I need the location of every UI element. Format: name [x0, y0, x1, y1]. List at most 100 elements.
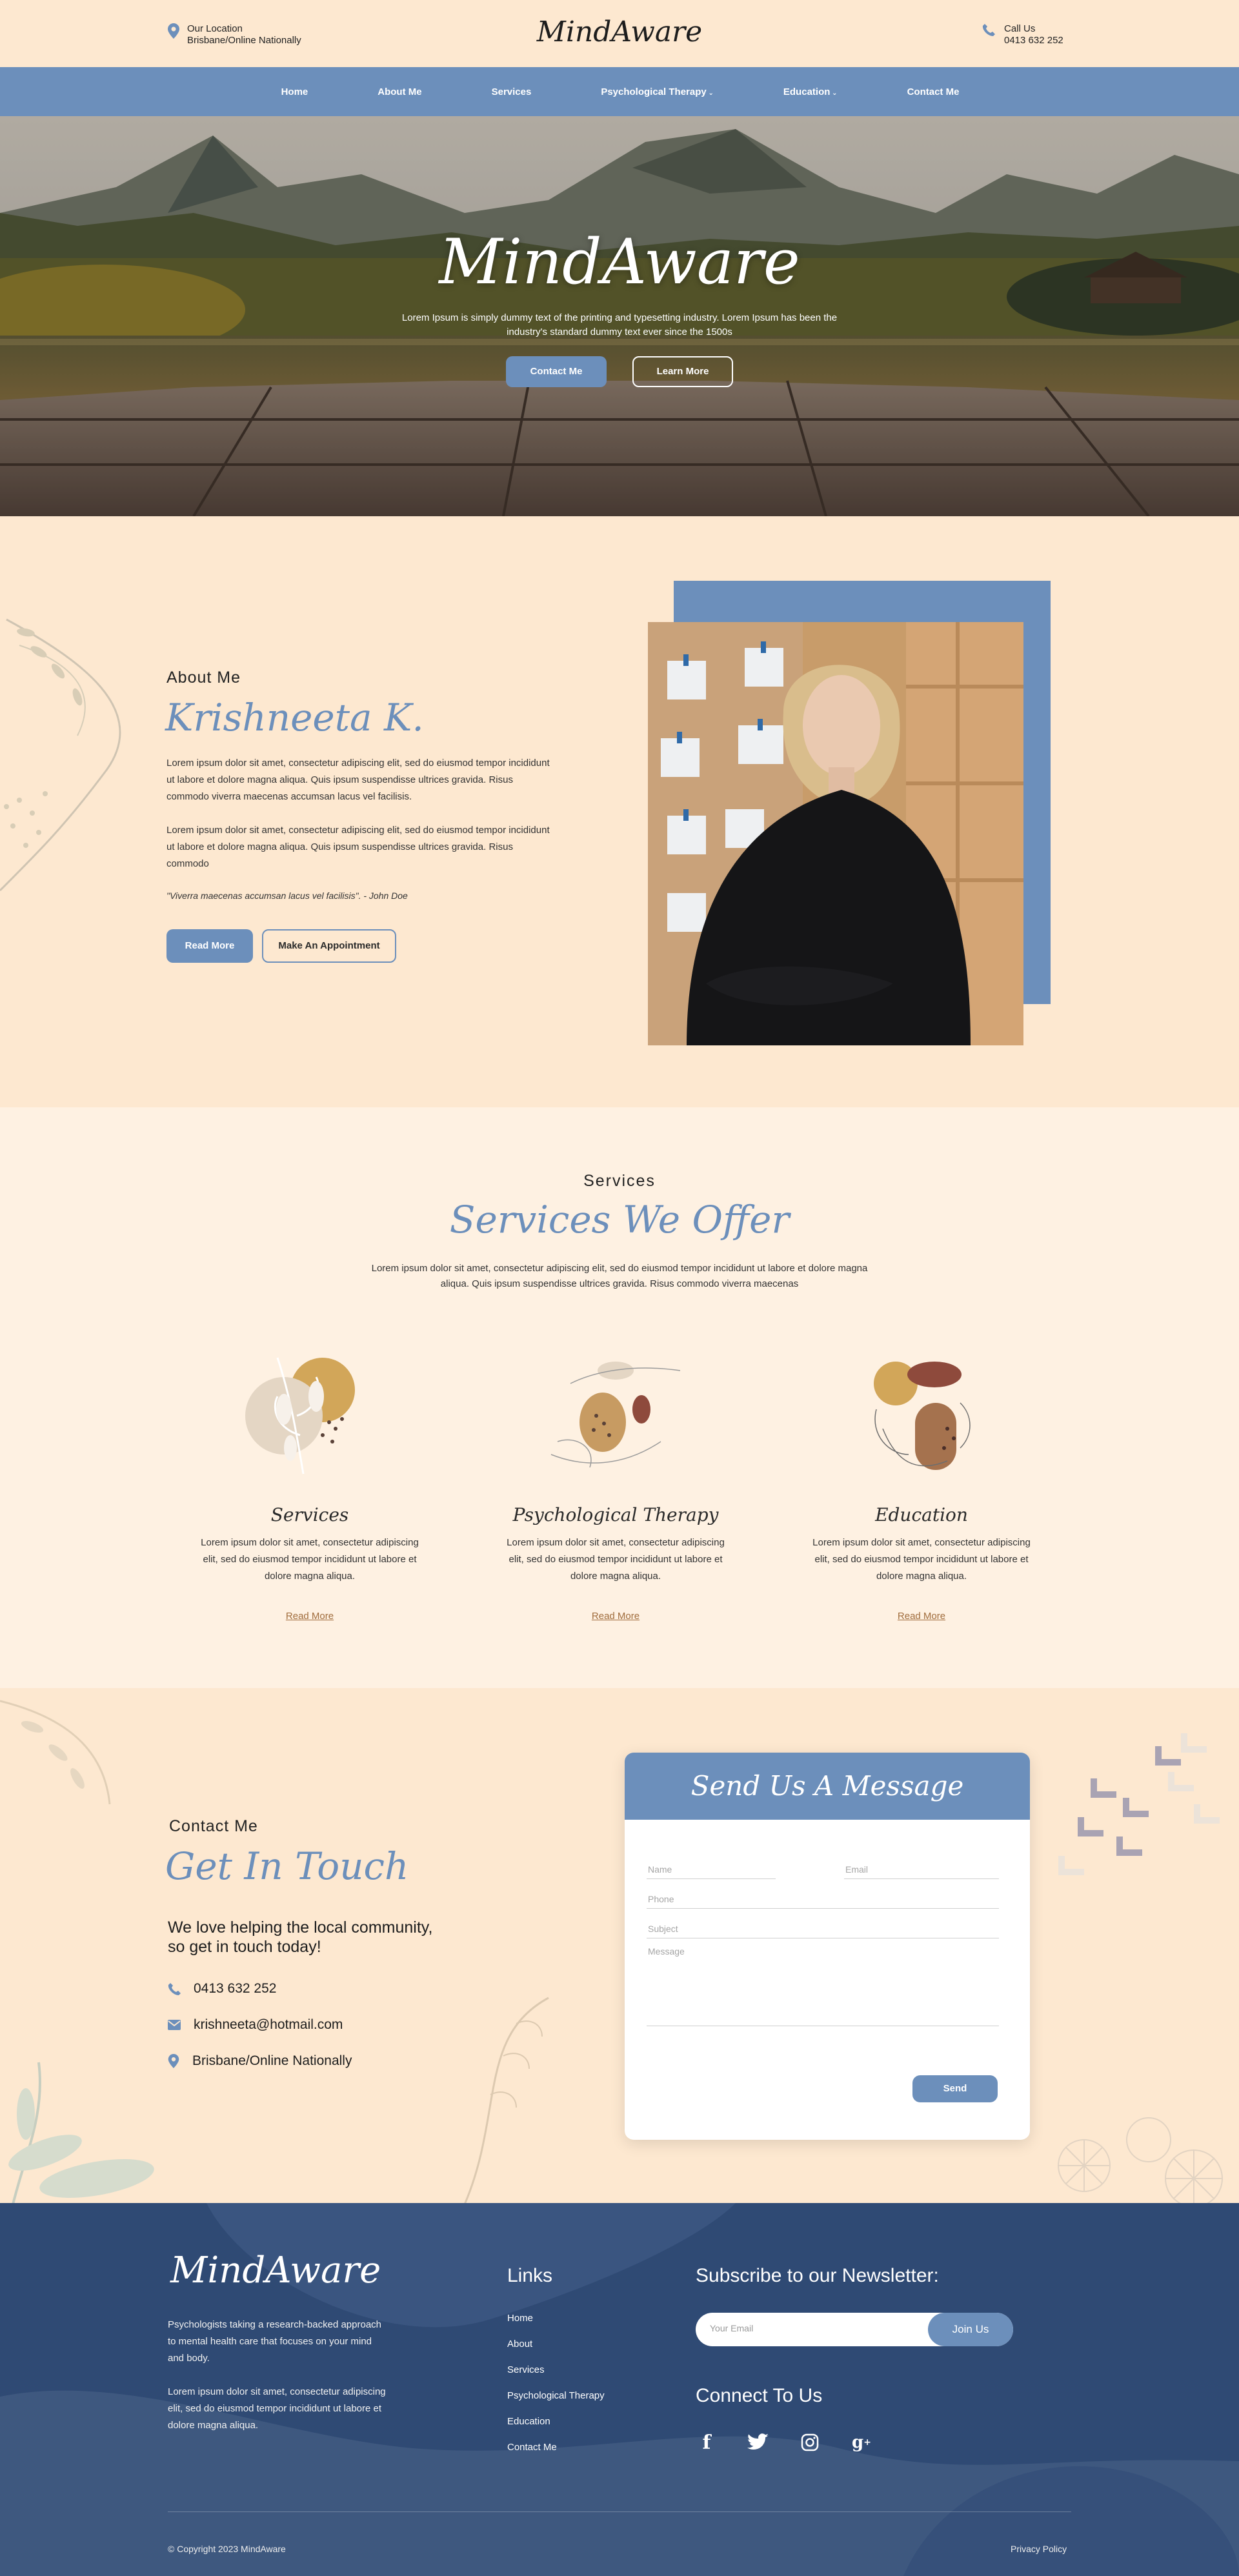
- about-quote: "Viverra maecenas accumsan lacus vel fac…: [166, 891, 408, 901]
- email-placeholder: Email: [845, 1864, 869, 1875]
- services-intro: Lorem ipsum dolor sit amet, consectetur …: [371, 1263, 868, 1289]
- join-us-button[interactable]: Join Us: [928, 2313, 1013, 2346]
- about-paragraph-1: Lorem ipsum dolor sit amet, consectetur …: [166, 758, 550, 802]
- message-field[interactable]: Message: [647, 1942, 999, 2026]
- hero-learn-more-button[interactable]: Learn More: [632, 356, 733, 387]
- newsletter-form: Your Email Join Us: [696, 2313, 1013, 2346]
- nav-item-services[interactable]: Services: [467, 86, 577, 97]
- nav-item-therapy[interactable]: Psychological Therapy ⌄: [576, 86, 759, 97]
- call-info[interactable]: Call Us 0413 632 252: [982, 23, 1063, 46]
- services-heading: Services We Offer: [449, 1198, 790, 1242]
- service-card-text: Lorem ipsum dolor sit amet, consectetur …: [201, 1537, 419, 1582]
- call-value: 0413 632 252: [1004, 35, 1063, 46]
- hero-title: MindAware: [439, 226, 800, 298]
- nav-item-home[interactable]: Home: [256, 86, 354, 97]
- leaf-decoration: [464, 1997, 549, 2203]
- facebook-icon[interactable]: f: [696, 2431, 718, 2454]
- footer-link-therapy[interactable]: Psychological Therapy: [507, 2390, 605, 2416]
- nav-item-education-label: Education: [783, 86, 831, 97]
- footer-links: Home About Services Psychological Therap…: [507, 2313, 605, 2468]
- connect-heading: Connect To Us: [696, 2385, 823, 2406]
- form-title: Send Us A Message: [625, 1753, 1030, 1820]
- footer: MindAware Psychologists taking a researc…: [0, 2203, 1239, 2576]
- newsletter-email-input[interactable]: Your Email: [710, 2323, 753, 2333]
- services-eyebrow: Services: [583, 1172, 656, 1190]
- nav-item-about[interactable]: About Me: [353, 86, 467, 97]
- hands-illustration-icon: [550, 1362, 681, 1468]
- subject-placeholder: Subject: [648, 1924, 678, 1934]
- botanical-illustration-icon: [245, 1357, 355, 1474]
- copyright: © Copyright 2023 MindAware: [168, 2544, 286, 2554]
- contact-phone[interactable]: 0413 632 252: [168, 1981, 276, 1997]
- links-heading: Links: [507, 2265, 553, 2286]
- message-placeholder: Message: [648, 1946, 685, 1957]
- google-plus-icon[interactable]: g +: [851, 2431, 872, 2453]
- service-card-text: Lorem ipsum dolor sit amet, consectetur …: [507, 1537, 725, 1582]
- contact-phone-value: 0413 632 252: [194, 1981, 277, 1996]
- footer-link-education[interactable]: Education: [507, 2416, 605, 2442]
- leaf-decoration: [0, 1700, 111, 1805]
- footer-link-home[interactable]: Home: [507, 2313, 605, 2339]
- footer-link-services[interactable]: Services: [507, 2364, 605, 2390]
- about-name: Krishneeta K.: [165, 696, 424, 740]
- nav-item-therapy-label: Psychological Therapy: [601, 86, 707, 97]
- phone-icon: [168, 1983, 181, 1995]
- service-card-read-more-link[interactable]: Read More: [592, 1611, 640, 1622]
- footer-paragraph-1: Psychologists taking a research-backed a…: [168, 2319, 382, 2364]
- instagram-icon[interactable]: [799, 2431, 821, 2453]
- privacy-policy-link[interactable]: Privacy Policy: [1011, 2544, 1067, 2554]
- contact-location-value: Brisbane/Online Nationally: [192, 2053, 352, 2068]
- footer-paragraph-2: Lorem ipsum dolor sit amet, consectetur …: [168, 2386, 386, 2431]
- make-appointment-button[interactable]: Make An Appointment: [262, 929, 396, 963]
- footer-logo[interactable]: MindAware: [170, 2249, 381, 2291]
- service-card-text: Lorem ipsum dolor sit amet, consectetur …: [812, 1537, 1031, 1582]
- location-pin-icon: [168, 2054, 179, 2068]
- contact-location: Brisbane/Online Nationally: [168, 2053, 352, 2069]
- footer-link-contact[interactable]: Contact Me: [507, 2442, 605, 2468]
- email-field[interactable]: Email: [844, 1853, 999, 1879]
- name-field[interactable]: Name: [647, 1853, 776, 1879]
- flower-decoration: [1058, 2117, 1223, 2203]
- about-read-more-button[interactable]: Read More: [166, 929, 253, 963]
- contact-email-value: krishneeta@hotmail.com: [194, 2017, 343, 2032]
- leaf-decoration: [0, 618, 121, 892]
- service-card-title: Psychological Therapy: [512, 1504, 719, 1525]
- nav-item-education[interactable]: Education ⌄: [759, 86, 883, 97]
- contact-section: Contact Me Get In Touch We love helping …: [0, 1688, 1239, 2203]
- subject-field[interactable]: Subject: [647, 1913, 999, 1938]
- about-section: About Me Krishneeta K. Lorem ipsum dolor…: [0, 516, 1239, 1107]
- send-button[interactable]: Send: [912, 2075, 998, 2102]
- phone-icon: [982, 24, 995, 36]
- contact-eyebrow: Contact Me: [169, 1817, 258, 1835]
- service-card-read-more-link[interactable]: Read More: [898, 1611, 945, 1622]
- twitter-icon[interactable]: [747, 2431, 769, 2453]
- abstract-shapes-illustration-icon: [874, 1362, 971, 1470]
- call-label: Call Us: [1004, 23, 1036, 34]
- top-bar: Our Location Brisbane/Online Nationally …: [0, 0, 1239, 67]
- about-paragraph-2: Lorem ipsum dolor sit amet, consectetur …: [166, 825, 550, 869]
- name-placeholder: Name: [648, 1864, 672, 1875]
- footer-divider: [168, 2511, 1071, 2512]
- contact-form: Send Us A Message Name Email Phone Subje…: [625, 1753, 1030, 2140]
- hero-contact-button[interactable]: Contact Me: [506, 356, 607, 387]
- service-card-title: Services: [270, 1504, 349, 1525]
- chevron-down-icon: ⌄: [706, 89, 714, 97]
- profile-photo: [648, 622, 1023, 1045]
- portrait-image: [648, 622, 1023, 1045]
- contact-lead: We love helping the local community, so …: [168, 1918, 433, 1956]
- hero-subtitle: Lorem Ipsum is simply dummy text of the …: [401, 312, 838, 337]
- contact-email[interactable]: krishneeta@hotmail.com: [168, 2017, 343, 2033]
- services-section: Services Services We Offer Lorem ipsum d…: [0, 1107, 1239, 1688]
- phone-field[interactable]: Phone: [647, 1883, 999, 1909]
- hero: MindAware Lorem Ipsum is simply dummy te…: [0, 116, 1239, 516]
- service-card-therapy: Psychological Therapy Lorem ipsum dolor …: [506, 1345, 725, 1622]
- main-nav: Home About Me Services Psychological The…: [0, 67, 1239, 116]
- service-card-read-more-link[interactable]: Read More: [286, 1611, 334, 1622]
- social-links: f g +: [696, 2431, 872, 2454]
- service-card-services: Services Lorem ipsum dolor sit amet, con…: [200, 1345, 419, 1622]
- footer-link-about[interactable]: About: [507, 2339, 605, 2364]
- nav-item-contact[interactable]: Contact Me: [883, 86, 984, 97]
- about-eyebrow: About Me: [166, 669, 241, 687]
- fern-decoration: [8, 2062, 154, 2203]
- service-card-education: Education Lorem ipsum dolor sit amet, co…: [812, 1345, 1031, 1622]
